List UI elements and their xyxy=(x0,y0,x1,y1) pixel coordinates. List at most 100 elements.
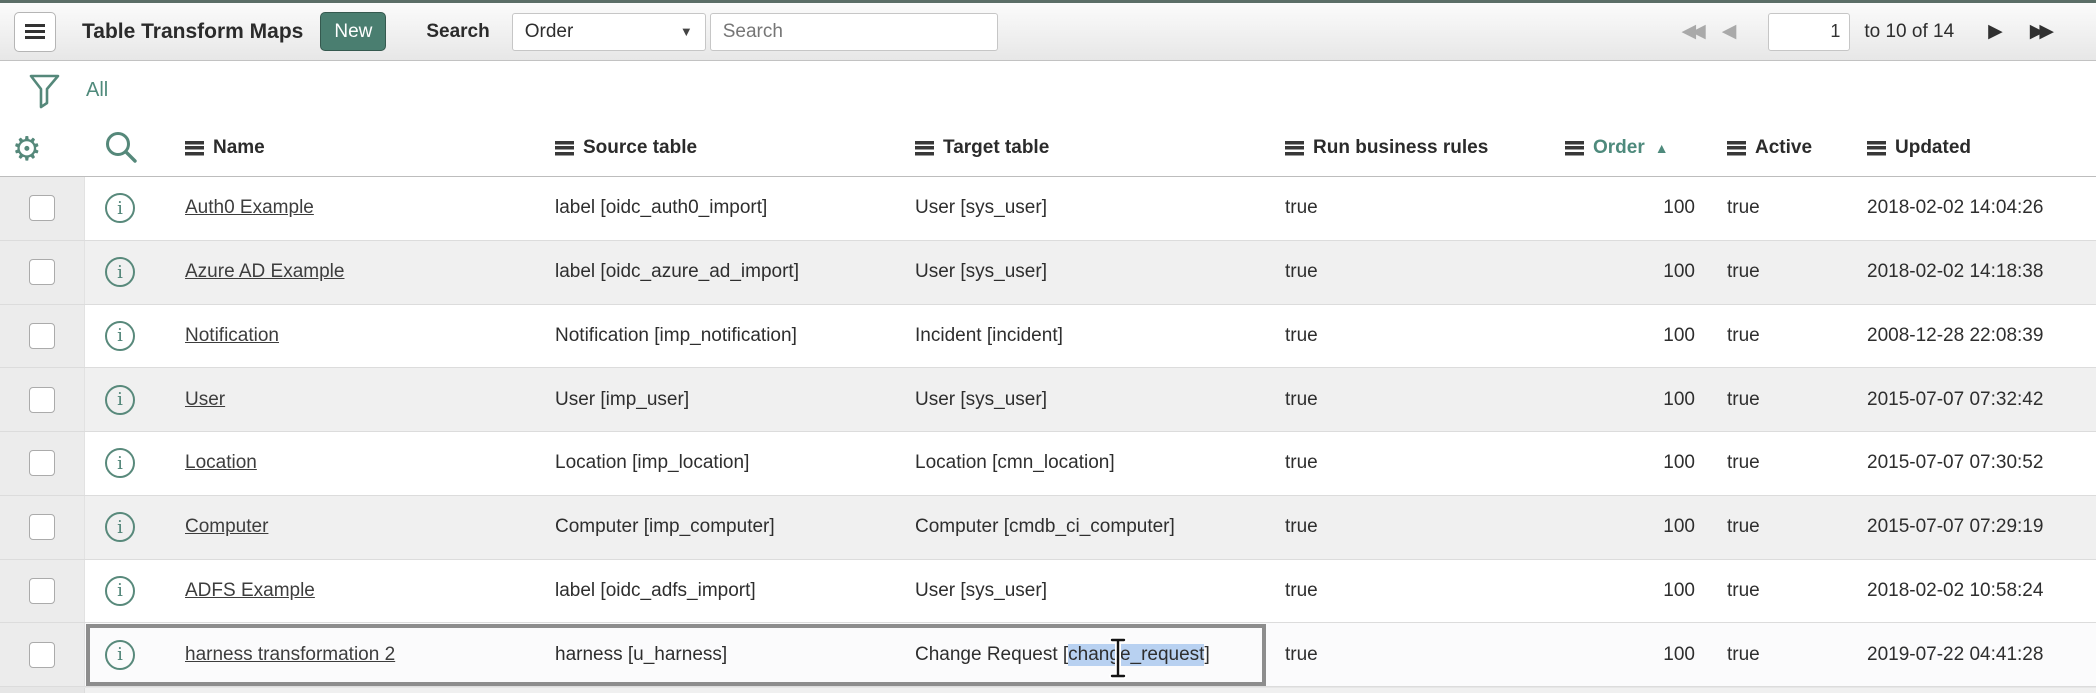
column-header-target-table[interactable]: Target table xyxy=(915,137,1285,159)
order-cell: 100 xyxy=(1565,177,1705,240)
gear-icon[interactable]: ⚙ xyxy=(12,129,42,168)
run-business-rules-cell: true xyxy=(1285,432,1565,495)
record-link[interactable]: Computer xyxy=(185,516,268,538)
info-cell: i xyxy=(85,177,185,240)
record-link[interactable]: Azure AD Example xyxy=(185,261,344,283)
run-business-rules-cell: true xyxy=(1285,305,1565,368)
record-link[interactable]: Auth0 Example xyxy=(185,197,314,219)
chevron-down-icon: ▼ xyxy=(680,24,693,39)
search-input[interactable] xyxy=(710,13,998,51)
checkbox-cell xyxy=(0,496,85,559)
run-business-rules-cell: true xyxy=(1285,623,1565,686)
checkbox-cell xyxy=(0,560,85,623)
active-cell: true xyxy=(1705,560,1855,623)
source-table-cell: harness [u_harness] xyxy=(555,623,915,686)
row-checkbox[interactable] xyxy=(29,387,55,413)
column-menu-icon[interactable] xyxy=(1565,141,1584,156)
info-cell: i xyxy=(85,305,185,368)
order-cell: 100 xyxy=(1565,623,1705,686)
info-icon[interactable]: i xyxy=(105,576,135,606)
search-rows-icon[interactable] xyxy=(103,130,185,166)
new-button[interactable]: New xyxy=(320,12,386,51)
source-table-cell: Location [imp_location] xyxy=(555,432,915,495)
column-header-name[interactable]: Name xyxy=(185,137,555,159)
text-cursor-icon xyxy=(1108,636,1128,680)
column-header-source-table[interactable]: Source table xyxy=(555,137,915,159)
previous-page-button[interactable]: ◀ xyxy=(1722,22,1737,41)
row-checkbox[interactable] xyxy=(29,195,55,221)
page-title: Table Transform Maps xyxy=(82,20,303,44)
column-menu-icon[interactable] xyxy=(185,141,204,156)
source-table-cell: label [oidc_adfs_import] xyxy=(555,560,915,623)
info-cell: i xyxy=(85,496,185,559)
info-icon[interactable]: i xyxy=(105,193,135,223)
table-body: iAuth0 Examplelabel [oidc_auth0_import]U… xyxy=(0,177,2096,687)
active-cell: true xyxy=(1705,241,1855,304)
list-toolbar: Table Transform Maps New Search Order ▼ … xyxy=(0,3,2096,61)
column-menu-icon[interactable] xyxy=(1867,141,1886,156)
order-cell: 100 xyxy=(1565,241,1705,304)
row-checkbox[interactable] xyxy=(29,259,55,285)
gear-cell: ⚙ xyxy=(0,132,85,165)
info-cell: i xyxy=(85,368,185,431)
order-cell: 100 xyxy=(1565,560,1705,623)
info-icon[interactable]: i xyxy=(105,512,135,542)
search-field-select[interactable]: Order ▼ xyxy=(512,13,706,51)
table-row: iLocationLocation [imp_location]Location… xyxy=(0,432,2096,496)
column-menu-icon[interactable] xyxy=(915,141,934,156)
name-cell: User xyxy=(185,368,555,431)
filter-all-link[interactable]: All xyxy=(86,79,108,102)
target-table-cell: Incident [incident] xyxy=(915,305,1285,368)
page-start-input[interactable] xyxy=(1768,13,1850,51)
column-header-updated[interactable]: Updated xyxy=(1855,137,2096,159)
info-icon[interactable]: i xyxy=(105,385,135,415)
info-icon[interactable]: i xyxy=(105,321,135,351)
name-cell: harness transformation 2 xyxy=(185,623,555,686)
target-table-cell: User [sys_user] xyxy=(915,560,1285,623)
first-page-button[interactable]: ◀◀ xyxy=(1681,22,1705,41)
row-checkbox[interactable] xyxy=(29,323,55,349)
filter-funnel-icon[interactable] xyxy=(28,72,62,110)
info-icon[interactable]: i xyxy=(105,448,135,478)
column-menu-icon[interactable] xyxy=(1727,141,1746,156)
run-business-rules-cell: true xyxy=(1285,368,1565,431)
next-page-button[interactable]: ▶ xyxy=(1988,22,2003,41)
column-menu-icon[interactable] xyxy=(1285,141,1304,156)
target-table-cell: User [sys_user] xyxy=(915,368,1285,431)
run-business-rules-cell: true xyxy=(1285,241,1565,304)
updated-cell: 2015-07-07 07:32:42 xyxy=(1855,368,2096,431)
info-icon[interactable]: i xyxy=(105,257,135,287)
table-row: iComputerComputer [imp_computer]Computer… xyxy=(0,496,2096,560)
info-icon[interactable]: i xyxy=(105,640,135,670)
order-cell: 100 xyxy=(1565,305,1705,368)
row-checkbox[interactable] xyxy=(29,450,55,476)
table-row: iNotificationNotification [imp_notificat… xyxy=(0,305,2096,369)
updated-cell: 2018-02-02 10:58:24 xyxy=(1855,560,2096,623)
checkbox-cell xyxy=(0,305,85,368)
run-business-rules-cell: true xyxy=(1285,496,1565,559)
record-link[interactable]: Location xyxy=(185,452,257,474)
record-link[interactable]: Notification xyxy=(185,325,279,347)
list-context-menu-button[interactable] xyxy=(14,12,56,52)
record-link[interactable]: ADFS Example xyxy=(185,580,315,602)
record-link[interactable]: User xyxy=(185,389,225,411)
table-row: iUserUser [imp_user]User [sys_user]true1… xyxy=(0,368,2096,432)
column-header-active[interactable]: Active xyxy=(1705,137,1855,159)
row-checkbox[interactable] xyxy=(29,514,55,540)
info-cell: i xyxy=(85,623,185,686)
table-row: i ADFS Example label [oidc_adfs_import]Use… xyxy=(0,560,2096,624)
row-checkbox[interactable] xyxy=(29,642,55,668)
column-menu-icon[interactable] xyxy=(555,141,574,156)
sort-ascending-icon: ▲ xyxy=(1655,140,1669,156)
record-link[interactable]: harness transformation 2 xyxy=(185,644,395,666)
checkbox-cell xyxy=(0,623,85,686)
row-checkbox[interactable] xyxy=(29,578,55,604)
table-row: iAuth0 Examplelabel [oidc_auth0_import]U… xyxy=(0,177,2096,241)
info-cell: i xyxy=(85,432,185,495)
last-page-button[interactable]: ▶▶ xyxy=(2030,22,2054,41)
checkbox-cell xyxy=(0,241,85,304)
name-cell: ADFS Example xyxy=(185,560,555,623)
column-header-run-business-rules[interactable]: Run business rules xyxy=(1285,137,1565,159)
column-header-order[interactable]: Order ▲ xyxy=(1565,137,1705,159)
source-table-cell: label [oidc_azure_ad_import] xyxy=(555,241,915,304)
